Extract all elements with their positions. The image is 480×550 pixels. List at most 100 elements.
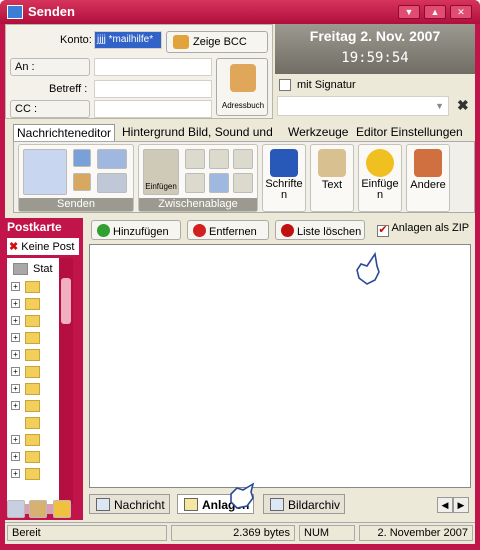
tab-werkzeuge[interactable]: Werkzeuge bbox=[285, 124, 351, 141]
text-button[interactable]: Text bbox=[310, 144, 354, 212]
text-icon bbox=[318, 149, 346, 177]
expand-icon[interactable]: + bbox=[11, 384, 20, 393]
tab-scroll-right-button[interactable]: ▶ bbox=[453, 497, 469, 513]
client-area: Konto: jjjj *mailhilfe* Zeige BCC An : B… bbox=[5, 24, 475, 544]
an-input[interactable] bbox=[94, 58, 212, 76]
notes-icon[interactable] bbox=[29, 500, 47, 518]
signature-panel: mit Signatur ▼ ✖ bbox=[275, 76, 475, 119]
tree-node[interactable]: + bbox=[11, 297, 57, 311]
clear-signature-icon[interactable]: ✖ bbox=[457, 97, 469, 114]
chevron-down-icon: ▼ bbox=[435, 101, 444, 111]
expand-icon[interactable]: + bbox=[11, 469, 20, 478]
undo-icon[interactable] bbox=[233, 149, 253, 169]
postkarte-header: Postkarte bbox=[7, 220, 77, 236]
expand-icon[interactable]: + bbox=[11, 316, 20, 325]
cut-icon[interactable] bbox=[185, 173, 205, 193]
folder-icon bbox=[25, 417, 40, 429]
smiley-icon bbox=[366, 149, 394, 177]
signature-checkbox[interactable] bbox=[279, 79, 291, 91]
mail-icon[interactable] bbox=[7, 500, 25, 518]
bottom-tabs: Nachricht Anlagen Bildarchiv ◀ ▶ bbox=[87, 482, 475, 514]
konto-select[interactable]: jjjj *mailhilfe* bbox=[94, 31, 162, 49]
expand-icon[interactable]: + bbox=[11, 452, 20, 461]
ribbon: Senden Einfügen Zwischenablage Schriften… bbox=[13, 141, 475, 213]
close-button[interactable]: ✕ bbox=[450, 5, 472, 19]
tree-node[interactable]: + bbox=[11, 280, 57, 294]
andere-button[interactable]: Andere bbox=[406, 144, 450, 212]
pointer-hand-icon bbox=[230, 482, 255, 509]
expand-icon[interactable]: + bbox=[11, 367, 20, 376]
tree-node[interactable]: + bbox=[11, 331, 57, 345]
tree-node[interactable]: + bbox=[11, 450, 57, 464]
expand-icon[interactable]: + bbox=[11, 299, 20, 308]
tab-scroll-left-button[interactable]: ◀ bbox=[437, 497, 453, 513]
tree-root[interactable]: Stat bbox=[11, 262, 57, 276]
tree-node[interactable]: + bbox=[11, 467, 57, 481]
attachment-list[interactable] bbox=[89, 244, 471, 488]
einfuegen-button[interactable]: Einfügen bbox=[358, 144, 402, 212]
copy-icon[interactable] bbox=[185, 149, 205, 169]
maximize-button[interactable]: ▲ bbox=[424, 5, 446, 19]
date-display: Freitag 2. Nov. 2007 bbox=[309, 28, 441, 44]
pointer-hand-icon bbox=[356, 252, 380, 285]
send-option-icon[interactable] bbox=[73, 149, 91, 167]
tab-hintergrund[interactable]: Hintergrund Bild, Sound und bbox=[119, 124, 276, 141]
an-button[interactable]: An : bbox=[10, 58, 90, 76]
group-senden-label: Senden bbox=[19, 198, 133, 211]
status-bar: Bereit 2.369 bytes NUM 2. November 2007 bbox=[5, 522, 475, 542]
send-later-icon[interactable] bbox=[97, 149, 127, 169]
group-zwischenablage: Einfügen Zwischenablage bbox=[138, 144, 258, 212]
no-post-item[interactable]: ✖ Keine Post bbox=[7, 238, 79, 255]
redo-icon[interactable] bbox=[233, 173, 253, 193]
tree-node[interactable]: + bbox=[11, 348, 57, 362]
zip-option[interactable]: ✔ Anlagen als ZIP bbox=[377, 222, 469, 240]
tree-node[interactable]: + bbox=[11, 382, 57, 396]
expand-icon[interactable]: + bbox=[11, 401, 20, 410]
clear-list-button[interactable]: Liste löschen bbox=[275, 220, 365, 240]
add-attachment-button[interactable]: Hinzufügen bbox=[91, 220, 181, 240]
tree-node[interactable]: + bbox=[11, 314, 57, 328]
paste-button[interactable]: Einfügen bbox=[143, 149, 179, 195]
tree-node[interactable]: + bbox=[11, 433, 57, 447]
plus-icon bbox=[97, 224, 110, 237]
expand-icon[interactable]: + bbox=[11, 333, 20, 342]
expand-icon[interactable]: + bbox=[11, 435, 20, 444]
cc-input[interactable] bbox=[94, 100, 212, 118]
tab-nachricht[interactable]: Nachricht bbox=[89, 494, 170, 514]
select-all-icon[interactable] bbox=[209, 173, 229, 193]
tree-scroll-thumb[interactable] bbox=[61, 278, 71, 324]
remove-attachment-button[interactable]: Entfernen bbox=[187, 220, 269, 240]
schriften-button[interactable]: Schriften bbox=[262, 144, 306, 212]
root-folder-icon bbox=[13, 263, 28, 275]
tab-nachrichteneditor[interactable]: Nachrichteneditor bbox=[13, 124, 116, 141]
konto-label: Konto: bbox=[60, 34, 92, 46]
adressbuch-button[interactable]: Adressbuch bbox=[216, 58, 268, 116]
card-icon[interactable] bbox=[53, 500, 71, 518]
clear-icon bbox=[281, 224, 294, 237]
tree-node[interactable]: + bbox=[11, 365, 57, 379]
tab-editor-einstellungen[interactable]: Editor Einstellungen bbox=[353, 124, 466, 141]
folder-tree[interactable]: Stat + + + + + + + + + + + bbox=[7, 258, 65, 504]
folder-icon bbox=[25, 315, 40, 327]
draft-icon[interactable] bbox=[73, 173, 91, 191]
tree-node[interactable]: + bbox=[11, 399, 57, 413]
minimize-button[interactable]: ▼ bbox=[398, 5, 420, 19]
expand-icon[interactable]: + bbox=[11, 282, 20, 291]
tab-bildarchiv[interactable]: Bildarchiv bbox=[263, 494, 346, 514]
zip-checkbox[interactable]: ✔ bbox=[377, 225, 389, 237]
expand-icon[interactable]: + bbox=[11, 350, 20, 359]
clear-list-label: Liste löschen bbox=[297, 226, 362, 238]
folder-icon bbox=[25, 434, 40, 446]
find-icon[interactable] bbox=[209, 149, 229, 169]
attachment-tab-icon bbox=[184, 498, 198, 511]
folder-icon bbox=[25, 349, 40, 361]
folder-icon bbox=[25, 298, 40, 310]
tree-node[interactable] bbox=[11, 416, 57, 430]
title-bar[interactable]: Senden ▼ ▲ ✕ bbox=[0, 0, 480, 24]
cc-button[interactable]: CC : bbox=[10, 100, 90, 118]
betreff-input[interactable] bbox=[94, 80, 212, 98]
signature-select[interactable]: ▼ bbox=[277, 96, 449, 116]
send-icon[interactable] bbox=[23, 149, 67, 195]
show-bcc-button[interactable]: Zeige BCC bbox=[166, 31, 268, 53]
print-icon[interactable] bbox=[97, 173, 127, 193]
